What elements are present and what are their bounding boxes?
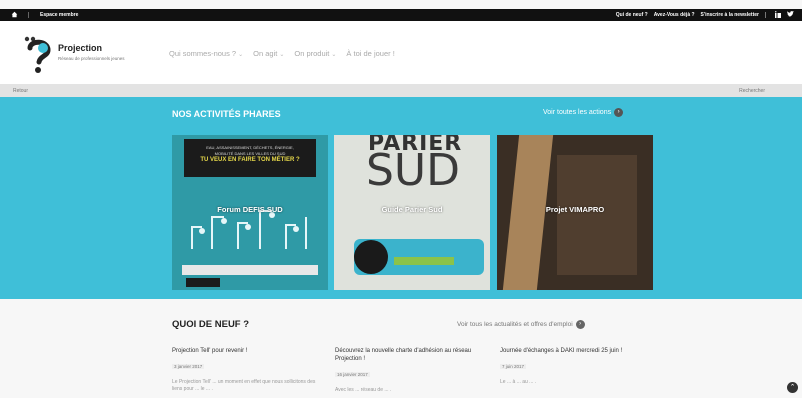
news-excerpt: Avec les ... réseau de ... .: [335, 387, 392, 393]
news-item[interactable]: Projection Tell' pour revenir ! 3 janvie…: [172, 347, 322, 393]
site-name[interactable]: Projection: [58, 43, 102, 53]
nav-item-your-turn[interactable]: À toi de jouer !: [346, 49, 394, 58]
card-label: Projet VIMAPRO: [545, 205, 605, 214]
news-excerpt: Le ... à ... au ... .: [500, 379, 537, 385]
arrow-right-icon: ›: [575, 320, 585, 329]
cover-tag: [394, 257, 454, 265]
card-footer-tag: [186, 278, 220, 287]
projection-logo-icon[interactable]: [22, 34, 52, 74]
site-header: Projection Réseau de professionnels jeun…: [0, 21, 802, 84]
top-link-faq[interactable]: Avez-Vous déjà ?: [654, 12, 695, 18]
nav-item-produce[interactable]: On produit ⌄: [294, 49, 336, 58]
top-link-newsletter[interactable]: S'inscrire à la newsletter: [701, 12, 759, 18]
members-link[interactable]: Espace membre: [40, 12, 78, 18]
news-item[interactable]: Journée d'échanges à DAKI mercredi 25 ju…: [500, 347, 650, 386]
news-headline[interactable]: Journée d'échanges à DAKI mercredi 25 ju…: [500, 347, 650, 355]
chevron-down-icon: ⌄: [238, 52, 244, 58]
news-title: QUOI DE NEUF ?: [172, 319, 250, 330]
nav-item-act[interactable]: On agit ⌄: [253, 49, 284, 58]
news-item[interactable]: Découvrez la nouvelle charte d'adhésion …: [335, 347, 485, 394]
see-all-news-link[interactable]: Voir tous les actualités et offres d'emp…: [457, 320, 585, 329]
news-headline[interactable]: Découvrez la nouvelle charte d'adhésion …: [335, 347, 485, 363]
activity-card-forum[interactable]: EAU, ASSAINISSEMENT, DÉCHETS, ÉNERGIE, M…: [172, 135, 328, 290]
top-bar: Espace membre Qui de neuf ? Avez-Vous dé…: [0, 9, 802, 21]
top-links: Qui de neuf ? Avez-Vous déjà ? S'inscrir…: [616, 12, 766, 18]
social-links: [775, 11, 794, 18]
search-link[interactable]: Rechercher: [739, 88, 765, 94]
news-excerpt: Le Projection Tell' ... un moment en eff…: [172, 379, 316, 392]
twitter-icon[interactable]: [787, 11, 794, 18]
main-nav: Qui sommes-nous ? ⌄ On agit ⌄ On produit ⌄ …: [169, 49, 395, 58]
activities-section: NOS ACTIVITÉS PHARES Voir toutes les act…: [0, 97, 802, 299]
linkedin-icon[interactable]: [775, 11, 781, 18]
top-link-news[interactable]: Qui de neuf ?: [616, 12, 648, 18]
news-date: 16 janvier 2017: [335, 372, 370, 377]
activity-card-guide[interactable]: PARIER SUD Guide Parier Sud: [334, 135, 490, 290]
divider: [765, 12, 766, 18]
cover-badge: [354, 240, 388, 274]
cover-title-main: SUD: [366, 145, 461, 196]
back-link[interactable]: Retour: [13, 88, 28, 94]
site-tagline: Réseau de professionnels jeunes: [58, 56, 125, 61]
home-icon[interactable]: [11, 11, 18, 18]
see-all-actions-link[interactable]: Voir toutes les actions ›: [543, 108, 624, 117]
faucets-illustration: [191, 210, 307, 249]
breadcrumb: Retour Rechercher: [0, 84, 802, 97]
section-title: NOS ACTIVITÉS PHARES: [172, 109, 281, 119]
news-headline[interactable]: Projection Tell' pour revenir !: [172, 347, 322, 355]
card-poster: EAU, ASSAINISSEMENT, DÉCHETS, ÉNERGIE, M…: [184, 139, 316, 177]
card-footer-strip: [182, 265, 318, 275]
card-label: Guide Parier Sud: [381, 205, 443, 214]
page: Espace membre Qui de neuf ? Avez-Vous dé…: [0, 0, 802, 398]
card-label: Forum DEFIS SUD: [217, 205, 283, 214]
arrow-right-icon: ›: [614, 108, 624, 117]
chevron-down-icon: ⌄: [279, 52, 285, 58]
chevron-down-icon: ⌄: [331, 52, 337, 58]
news-date: 7 juin 2017: [500, 364, 527, 369]
nav-item-about[interactable]: Qui sommes-nous ? ⌄: [169, 49, 243, 58]
activity-card-vimapro[interactable]: Projet VIMAPRO: [497, 135, 653, 290]
divider: [28, 12, 29, 18]
news-date: 3 janvier 2017: [172, 364, 205, 369]
photo-background: [557, 155, 637, 275]
scroll-to-top-button[interactable]: ⌃: [787, 382, 798, 393]
